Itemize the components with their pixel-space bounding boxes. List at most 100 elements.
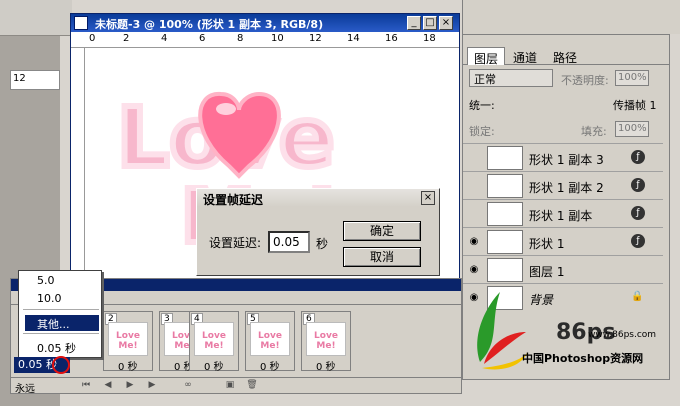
layer-name: 形状 1 副本 2: [529, 181, 604, 195]
thumb-text: Love Me!: [116, 331, 140, 351]
unify-label: 统一:: [469, 99, 495, 112]
tab-channels[interactable]: 通道: [507, 47, 543, 65]
cancel-button[interactable]: 取消: [343, 247, 421, 267]
frame-delay[interactable]: 0 秒: [118, 358, 138, 373]
frame-thumbnail: Love Me!: [108, 322, 148, 356]
tab-paths[interactable]: 路径: [547, 47, 583, 65]
frame-delay[interactable]: 0 秒: [204, 358, 224, 373]
ruler-tick: 4: [161, 33, 168, 44]
frame-delay[interactable]: 0 秒: [316, 358, 336, 373]
minimize-button[interactable]: _: [407, 16, 421, 30]
thumb-text: Love Me!: [202, 331, 226, 351]
menu-separator: [23, 309, 99, 310]
options-bar-fragment: [0, 0, 72, 36]
horizontal-ruler: 0 2 4 6 8 10 12 14 16 18: [71, 32, 459, 48]
layer-row[interactable]: ◉ 图层 1: [463, 255, 663, 283]
dialog-titlebar[interactable]: 设置帧延迟: [197, 189, 439, 207]
frame-delay-dialog[interactable]: 设置帧延迟 × 设置延迟: 确定 取消: [196, 188, 440, 276]
document-icon: [74, 16, 88, 30]
layer-thumbnail: [487, 146, 523, 170]
layer-name: 形状 1 副本 3: [529, 153, 604, 167]
opacity-input[interactable]: 100%: [615, 70, 649, 86]
layer-thumbnail: [487, 174, 523, 198]
layer-effects-icon[interactable]: ƒ: [631, 234, 645, 248]
dialog-close-button[interactable]: ×: [421, 191, 435, 205]
layer-row[interactable]: 形状 1 副本 3 ƒ: [463, 143, 663, 171]
delay-label: 设置延迟:: [209, 236, 262, 250]
delete-frame-icon[interactable]: 🗑: [245, 379, 259, 391]
layer-thumbnail: [487, 230, 523, 254]
blend-mode-select[interactable]: 正常: [469, 69, 553, 87]
loop-select[interactable]: 永远: [15, 380, 35, 395]
eye-icon[interactable]: ◉: [467, 264, 481, 276]
ruler-fragment: 12: [10, 70, 60, 90]
layer-effects-icon[interactable]: ƒ: [631, 150, 645, 164]
frame-delay[interactable]: 0 秒: [260, 358, 280, 373]
annotation-circle: [52, 356, 70, 374]
ruler-value: 12: [13, 73, 26, 84]
first-frame-icon[interactable]: ⏮: [79, 379, 93, 391]
86ps-logo-icon: [477, 292, 528, 370]
palette-well: [462, 0, 680, 34]
layer-thumbnail: [487, 202, 523, 226]
menu-item-other[interactable]: 其他...: [25, 315, 99, 331]
ruler-tick: 10: [271, 33, 284, 44]
menu-item[interactable]: 10.0: [25, 291, 99, 307]
delay-popup-menu[interactable]: 5.0 10.0 其他... 0.05 秒: [18, 270, 102, 358]
document-title: 未标题-3 @ 100% (形状 1 副本 3, RGB/8): [95, 18, 324, 31]
layer-effects-icon[interactable]: ƒ: [631, 206, 645, 220]
frame-thumbnail: Love Me!: [306, 322, 346, 356]
propagate-frame-checkbox[interactable]: 传播帧 1: [613, 97, 657, 113]
opacity-label: 不透明度:: [561, 74, 609, 87]
frame-thumbnail: Love Me!: [194, 322, 234, 356]
menu-separator: [23, 333, 99, 334]
thumb-text: Love Me!: [314, 331, 338, 351]
next-frame-icon[interactable]: ▶: [145, 379, 159, 391]
layer-row[interactable]: ◉ 形状 1 ƒ: [463, 227, 663, 255]
delay-unit: 秒: [316, 237, 329, 251]
ruler-tick: 12: [309, 33, 322, 44]
layer-effects-icon[interactable]: ƒ: [631, 178, 645, 192]
maximize-button[interactable]: □: [423, 16, 437, 30]
delay-input[interactable]: 0.05: [268, 231, 310, 253]
fill-input[interactable]: 100%: [615, 121, 649, 137]
eye-icon[interactable]: ◉: [467, 236, 481, 248]
ruler-tick: 16: [385, 33, 398, 44]
ruler-tick: 14: [347, 33, 360, 44]
layers-tabs: 图层 通道 路径: [463, 47, 669, 66]
menu-item[interactable]: 0.05 秒: [25, 339, 99, 355]
visibility-toggle[interactable]: [467, 180, 481, 192]
watermark-url: www.86ps.com: [588, 330, 657, 340]
duplicate-frame-icon[interactable]: ▣: [223, 379, 237, 391]
layer-name: 形状 1: [529, 237, 565, 251]
prev-frame-icon[interactable]: ◀: [101, 379, 115, 391]
lock-label: 锁定:: [469, 125, 495, 138]
ruler-tick: 6: [199, 33, 206, 44]
ruler-tick: 2: [123, 33, 130, 44]
visibility-toggle[interactable]: [467, 152, 481, 164]
document-titlebar[interactable]: 未标题-3 @ 100% (形状 1 副本 3, RGB/8): [71, 14, 459, 32]
layer-name: 图层 1: [529, 265, 565, 279]
close-button[interactable]: ×: [439, 16, 453, 30]
thumb-text: Love Me!: [258, 331, 282, 351]
layer-name: 形状 1 副本: [529, 209, 593, 223]
animation-frame[interactable]: 5 Love Me! 0 秒: [245, 311, 295, 373]
tween-icon[interactable]: ∞: [181, 379, 195, 391]
layer-row[interactable]: 形状 1 副本 ƒ: [463, 199, 663, 227]
dialog-title: 设置帧延迟: [203, 193, 264, 207]
tab-layers[interactable]: 图层: [467, 47, 506, 66]
vertical-ruler: [71, 48, 85, 284]
menu-item[interactable]: 5.0: [25, 273, 99, 289]
lock-icon: 🔒: [631, 291, 644, 302]
ok-button[interactable]: 确定: [343, 221, 421, 241]
ruler-tick: 0: [89, 33, 96, 44]
animation-frame[interactable]: 6 Love Me! 0 秒: [301, 311, 351, 373]
watermark-name: 中国Photoshop资源网: [522, 352, 644, 365]
play-icon[interactable]: ▶: [123, 379, 137, 391]
visibility-toggle[interactable]: [467, 208, 481, 220]
layer-row[interactable]: 形状 1 副本 2 ƒ: [463, 171, 663, 199]
animation-frame[interactable]: 4 Love Me! 0 秒: [189, 311, 239, 373]
layer-thumbnail: [487, 258, 523, 282]
frame-thumbnail: Love Me!: [250, 322, 290, 356]
animation-frame[interactable]: 2 Love Me! 0 秒: [103, 311, 153, 373]
